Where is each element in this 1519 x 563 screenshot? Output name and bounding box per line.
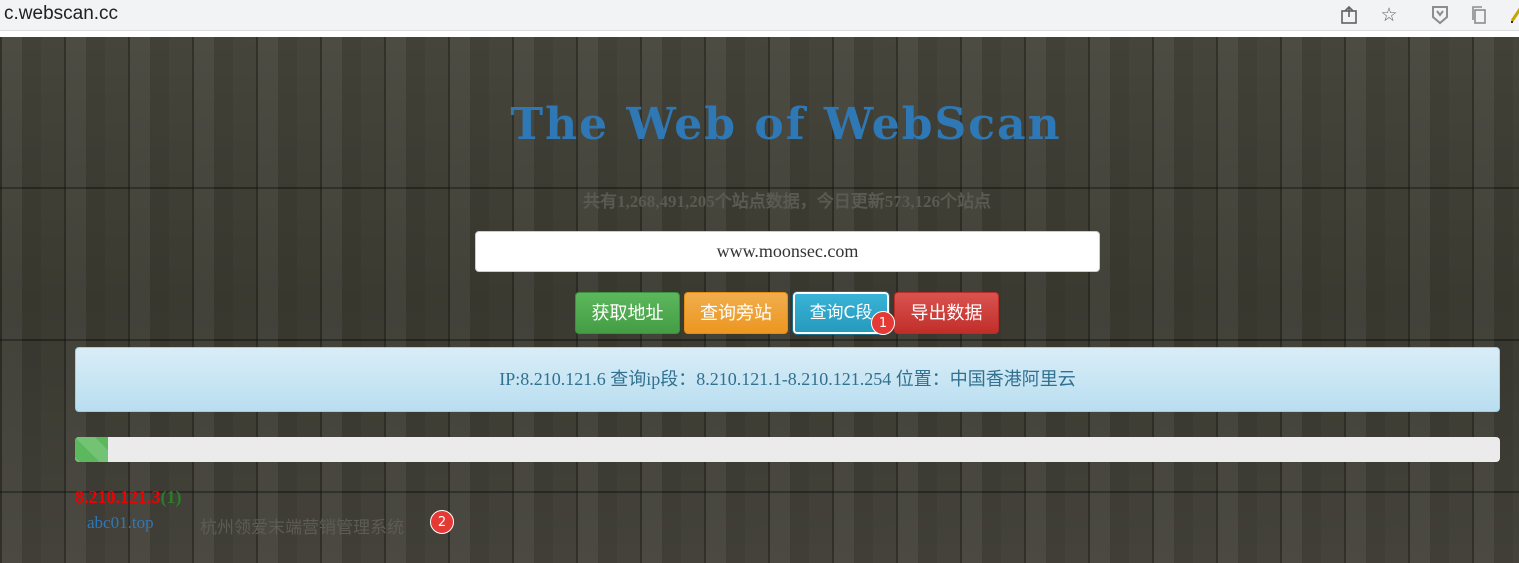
result-site-title: 杭州领爱末端营销管理系统 xyxy=(200,518,404,538)
page-content: The Web of WebScan 共有1,268,491,205个站点数据，… xyxy=(0,37,1519,563)
get-address-button[interactable]: 获取地址 xyxy=(575,292,680,334)
result-count: (1) xyxy=(160,487,182,507)
step-badge-1: 1 xyxy=(871,311,895,335)
star-icon[interactable]: ☆ xyxy=(1377,4,1401,26)
progress-bar xyxy=(75,437,1500,462)
result-ip-address[interactable]: 8.210.121.3 xyxy=(75,487,161,507)
pen-icon[interactable] xyxy=(1504,4,1519,26)
share-icon[interactable] xyxy=(1337,4,1361,26)
step-badge-2: 2 xyxy=(430,510,454,534)
result-ip: 8.210.121.3(1) xyxy=(75,487,182,508)
site-stats: 共有1,268,491,205个站点数据，今日更新573,126个站点 xyxy=(583,192,991,211)
search-input[interactable] xyxy=(475,231,1100,272)
browser-address-bar: c.webscan.cc ☆ xyxy=(0,0,1519,31)
export-data-button[interactable]: 导出数据 xyxy=(894,292,999,334)
extension-icon[interactable] xyxy=(1428,4,1452,26)
site-title: The Web of WebScan xyxy=(510,99,1062,150)
result-domain-link[interactable]: abc01.top xyxy=(87,513,154,533)
query-side-sites-button[interactable]: 查询旁站 xyxy=(684,292,788,334)
progress-fill xyxy=(75,437,108,462)
url-text[interactable]: c.webscan.cc xyxy=(4,3,118,25)
copy-icon[interactable] xyxy=(1467,4,1491,26)
ip-info-panel: IP:8.210.121.6 查询ip段：8.210.121.1-8.210.1… xyxy=(75,347,1500,412)
